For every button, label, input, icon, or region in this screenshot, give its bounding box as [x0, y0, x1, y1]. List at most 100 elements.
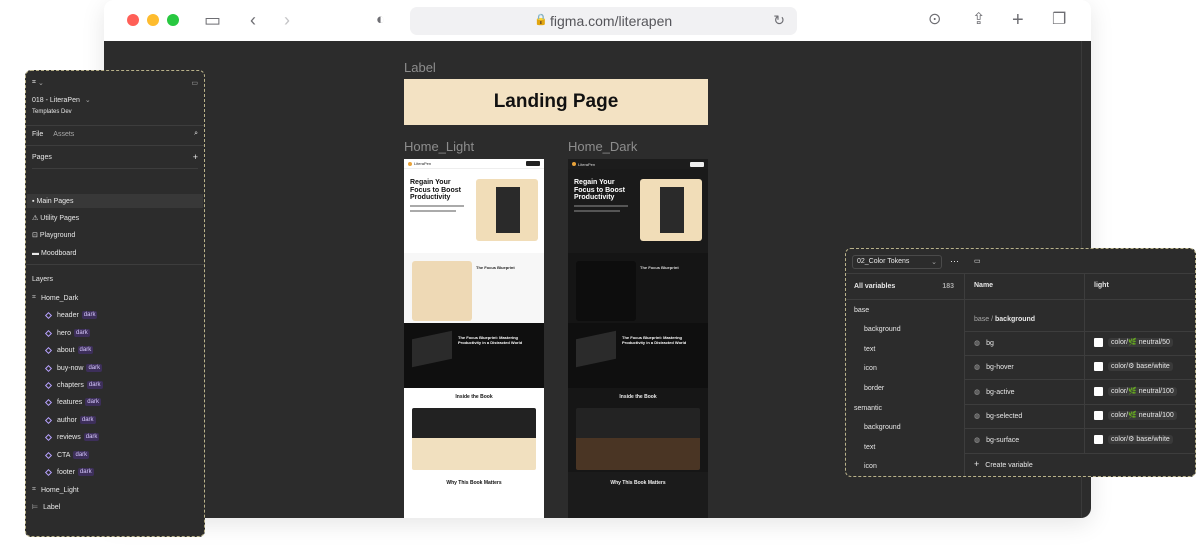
frame-label-label[interactable]: Label — [404, 60, 436, 75]
chevron-down-icon: ⌄ — [931, 259, 937, 266]
page-item-utility[interactable]: ⚠ Utility Pages — [32, 211, 198, 225]
minimize-window-button[interactable] — [147, 14, 159, 26]
group-semantic-background[interactable]: background — [846, 418, 964, 436]
variable-row[interactable]: ◍ bg-selected — [974, 412, 1022, 420]
variable-row[interactable]: ◍ bg-hover — [974, 363, 1014, 371]
thumb-nav: LiteraPen — [404, 159, 544, 169]
collection-select[interactable]: 02_Color Tokens ⌄ — [852, 255, 942, 269]
layer-chapters[interactable]: chapters dark — [44, 378, 198, 392]
layer-footer[interactable]: footer dark — [44, 465, 198, 479]
component-instance-icon — [44, 451, 53, 459]
panel-toggle-icon[interactable]: ▭ — [191, 79, 198, 87]
layer-cta[interactable]: CTA dark — [44, 448, 198, 462]
group-path: base / background — [974, 316, 1036, 323]
reload-icon[interactable]: ↻ — [773, 12, 785, 29]
layer-buy-now[interactable]: buy-now dark — [44, 361, 198, 375]
panel-toggle-icon[interactable]: ▭ — [974, 257, 981, 265]
tab-assets[interactable]: Assets — [53, 131, 74, 138]
layer-hero[interactable]: hero dark — [44, 326, 198, 340]
tabs-icon[interactable]: ❐ — [1052, 10, 1066, 30]
home-dark-frame[interactable]: LiteraPen Regain Your Focus to Boost Pro… — [568, 159, 708, 518]
chevron-right-icon[interactable]: › — [284, 10, 290, 30]
layer-home-light[interactable]: ⌗ Home_Light — [32, 483, 198, 497]
variable-value[interactable]: color/⚙ base/white — [1094, 362, 1173, 372]
chevron-left-icon[interactable]: ‹ — [250, 10, 256, 30]
palette-icon: ◍ — [974, 389, 981, 396]
thumb-buy-now: The Focus Blueprint: Mastering Productiv… — [568, 323, 708, 388]
group-base-icon[interactable]: icon — [846, 359, 964, 377]
layer-author[interactable]: author dark — [44, 413, 198, 427]
figma-logo-icon: ⌗ — [32, 79, 36, 86]
variable-value[interactable]: color/🌿 neutral/100 — [1094, 411, 1177, 421]
share-icon[interactable]: ⇪ — [972, 10, 985, 30]
palette-icon: ◍ — [974, 340, 981, 347]
variable-value[interactable]: color/🌿 neutral/100 — [1094, 387, 1177, 397]
column-name-header: Name — [974, 282, 994, 289]
variable-row[interactable]: ◍ bg-surface — [974, 436, 1019, 444]
column-light-header[interactable]: light — [1094, 282, 1109, 289]
thumb-nav: LiteraPen — [568, 159, 708, 169]
component-instance-icon — [44, 398, 53, 406]
layers-heading: Layers — [32, 275, 54, 283]
thumb-features: Why This Book Matters — [404, 472, 544, 518]
chevron-down-icon: ⌄ — [84, 97, 91, 104]
frame-label-home-dark[interactable]: Home_Dark — [568, 139, 637, 154]
close-window-button[interactable] — [127, 14, 139, 26]
variable-value[interactable]: color/⚙ base/white — [1094, 435, 1173, 445]
all-variables-item[interactable]: All variables 183 — [846, 277, 964, 295]
search-icon[interactable]: ⌕ — [194, 130, 198, 138]
variable-row[interactable]: ◍ bg-active — [974, 388, 1015, 396]
group-semantic[interactable]: semantic — [846, 399, 964, 417]
frame-icon: ⌗ — [32, 294, 36, 301]
landing-page-banner[interactable]: Landing Page — [404, 79, 708, 125]
component-instance-icon — [44, 416, 53, 424]
pages-heading: Pages — [32, 153, 52, 161]
file-name: 018 - LiteraPen — [32, 96, 80, 104]
palette-icon: ◍ — [974, 413, 981, 420]
page-item-main[interactable]: ▪ Main Pages — [27, 194, 203, 208]
sidebar-icon[interactable]: ▭ — [204, 10, 221, 30]
group-base-border[interactable]: border — [846, 379, 964, 397]
component-instance-icon — [44, 468, 53, 476]
layer-home-dark[interactable]: ⌗ Home_Dark — [32, 291, 198, 305]
thumb-chapters: Inside the Book — [568, 388, 708, 472]
plus-icon[interactable]: + — [1012, 10, 1024, 30]
download-icon[interactable]: ⊙ — [928, 10, 941, 30]
group-base-text[interactable]: text — [846, 340, 964, 358]
thumb-chapters: Inside the Book — [404, 388, 544, 472]
variable-value[interactable]: color/🌿 neutral/50 — [1094, 338, 1173, 348]
page-item-playground[interactable]: ⊡ Playground — [32, 228, 198, 242]
text-icon: ⊨ — [32, 504, 39, 511]
browser-toolbar: ▭ ‹ › ◐ 🔒 figma.com/literapen ↻ ⊙ ⇪ + ❐ — [104, 0, 1091, 41]
variables-panel: 02_Color Tokens ⌄ ⋯ ▭ All variables 183 … — [845, 248, 1196, 477]
zoom-window-button[interactable] — [167, 14, 179, 26]
plus-icon: + — [974, 459, 980, 469]
home-light-frame[interactable]: LiteraPen Regain Your Focus to Boost Pro… — [404, 159, 544, 518]
shield-icon[interactable]: ◐ — [376, 10, 385, 30]
thumb-about: The Focus Blueprint — [568, 253, 708, 323]
more-options-icon[interactable]: ⋯ — [950, 256, 959, 267]
thumb-hero: Regain Your Focus to Boost Productivity — [404, 169, 544, 253]
group-base[interactable]: base — [846, 301, 964, 319]
add-page-icon[interactable]: + — [193, 152, 198, 162]
group-base-background[interactable]: background — [846, 320, 964, 338]
team-name: Templates Dev — [32, 109, 72, 115]
layer-about[interactable]: about dark — [44, 343, 198, 357]
group-semantic-icon[interactable]: icon — [846, 457, 964, 475]
tab-file[interactable]: File — [32, 131, 43, 138]
layers-panel: ⌗ ⌄ ▭ 018 - LiteraPen ⌄ Templates Dev File… — [25, 70, 205, 537]
address-bar[interactable]: 🔒 figma.com/literapen ↻ — [410, 7, 797, 35]
layer-label[interactable]: ⊨ Label — [32, 500, 198, 514]
figma-menu[interactable]: ⌗ ⌄ ▭ — [32, 76, 198, 90]
lock-icon: 🔒 — [534, 14, 548, 26]
component-instance-icon — [44, 346, 53, 354]
layer-reviews[interactable]: reviews dark — [44, 430, 198, 444]
layer-header[interactable]: header dark — [44, 308, 198, 322]
create-variable-button[interactable]: + Create variable — [974, 459, 1033, 469]
page-item-moodboard[interactable]: ▬ Moodboard — [32, 246, 198, 260]
layer-features[interactable]: features dark — [44, 395, 198, 409]
group-semantic-text[interactable]: text — [846, 438, 964, 456]
frame-label-home-light[interactable]: Home_Light — [404, 139, 474, 154]
thumb-hero: Regain Your Focus to Boost Productivity — [568, 169, 708, 253]
variable-row[interactable]: ◍ bg — [974, 339, 994, 347]
